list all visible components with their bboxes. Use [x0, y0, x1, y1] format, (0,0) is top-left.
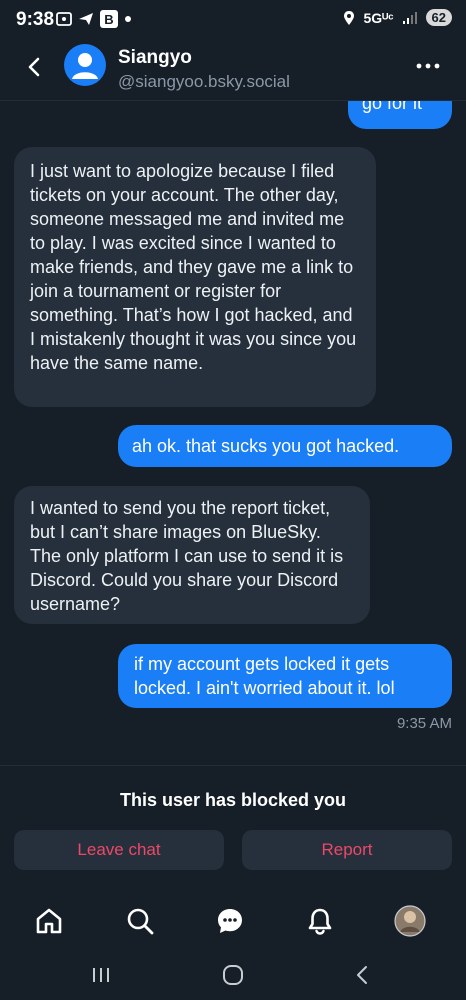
tab-chat[interactable]	[212, 903, 248, 939]
chat-icon	[218, 909, 242, 933]
location-icon	[344, 10, 355, 25]
conversation-header: Siangyo @siangyoo.bsky.social	[0, 40, 466, 101]
message-bubble[interactable]: I wanted to send you the report ticket, …	[14, 486, 370, 624]
blocked-notice: This user has blocked you Leave chat Rep…	[0, 765, 466, 876]
contact-handle: @siangyoo.bsky.social	[118, 72, 290, 91]
signal-icon	[402, 11, 417, 24]
message-text: I wanted to send you the report ticket, …	[30, 498, 344, 614]
ellipsis-icon	[416, 63, 440, 69]
bottom-tab-bar	[0, 895, 466, 951]
home-icon	[36, 908, 62, 934]
home-nav-button[interactable]	[218, 960, 248, 990]
more-options-button[interactable]	[414, 56, 442, 76]
back-button[interactable]	[20, 52, 50, 82]
tab-profile[interactable]	[392, 903, 428, 939]
message-list[interactable]: go for it I just want to apologize becau…	[0, 101, 466, 765]
tab-home[interactable]	[31, 903, 67, 939]
system-icons: 5Gᵁᶜ 62	[343, 9, 452, 26]
svg-text:B: B	[104, 12, 113, 27]
leave-chat-label: Leave chat	[77, 840, 161, 859]
message-bubble[interactable]: ah ok. that sucks you got hacked.	[118, 425, 452, 467]
screenshot-icon	[56, 12, 72, 26]
status-time: 9:38	[16, 9, 55, 30]
message-bubble[interactable]: if my account gets locked it gets locked…	[118, 644, 452, 708]
message-text: ah ok. that sucks you got hacked.	[132, 436, 400, 456]
network-label: 5Gᵁᶜ	[363, 9, 394, 26]
message-bubble[interactable]: go for it	[348, 101, 452, 129]
recents-button[interactable]	[86, 960, 116, 990]
leave-chat-button[interactable]: Leave chat	[14, 830, 224, 870]
profile-avatar-icon	[394, 905, 426, 937]
blocked-text: This user has blocked you	[119, 790, 347, 810]
message-text: I just want to apologize because I filed…	[30, 161, 357, 373]
b-app-icon: B	[100, 10, 118, 28]
message-text: if my account gets locked it gets locked…	[134, 654, 395, 698]
dot-icon	[125, 16, 131, 22]
message-bubble[interactable]: I just want to apologize because I filed…	[14, 147, 376, 407]
back-nav-button[interactable]	[348, 960, 378, 990]
avatar[interactable]	[64, 44, 106, 86]
report-button[interactable]: Report	[242, 830, 452, 870]
message-timestamp: 9:35 AM	[396, 715, 452, 732]
chevron-left-icon	[28, 57, 40, 77]
report-label: Report	[321, 840, 373, 859]
bell-icon	[308, 908, 332, 935]
battery-badge: 62	[425, 9, 452, 26]
notification-icons: B	[56, 10, 132, 28]
back-chevron-icon	[357, 966, 367, 984]
contact-name: Siangyo	[118, 47, 192, 68]
recents-icon	[93, 968, 109, 982]
send-icon	[79, 13, 93, 25]
system-navigation-bar	[0, 950, 466, 1000]
default-avatar-icon	[72, 53, 98, 79]
search-icon	[127, 908, 154, 935]
status-bar: 9:38 B 5Gᵁᶜ 62	[0, 0, 466, 40]
tab-search[interactable]	[122, 903, 158, 939]
home-circle-icon	[223, 965, 243, 985]
tab-notifications[interactable]	[302, 903, 338, 939]
message-text: go for it	[362, 101, 423, 113]
